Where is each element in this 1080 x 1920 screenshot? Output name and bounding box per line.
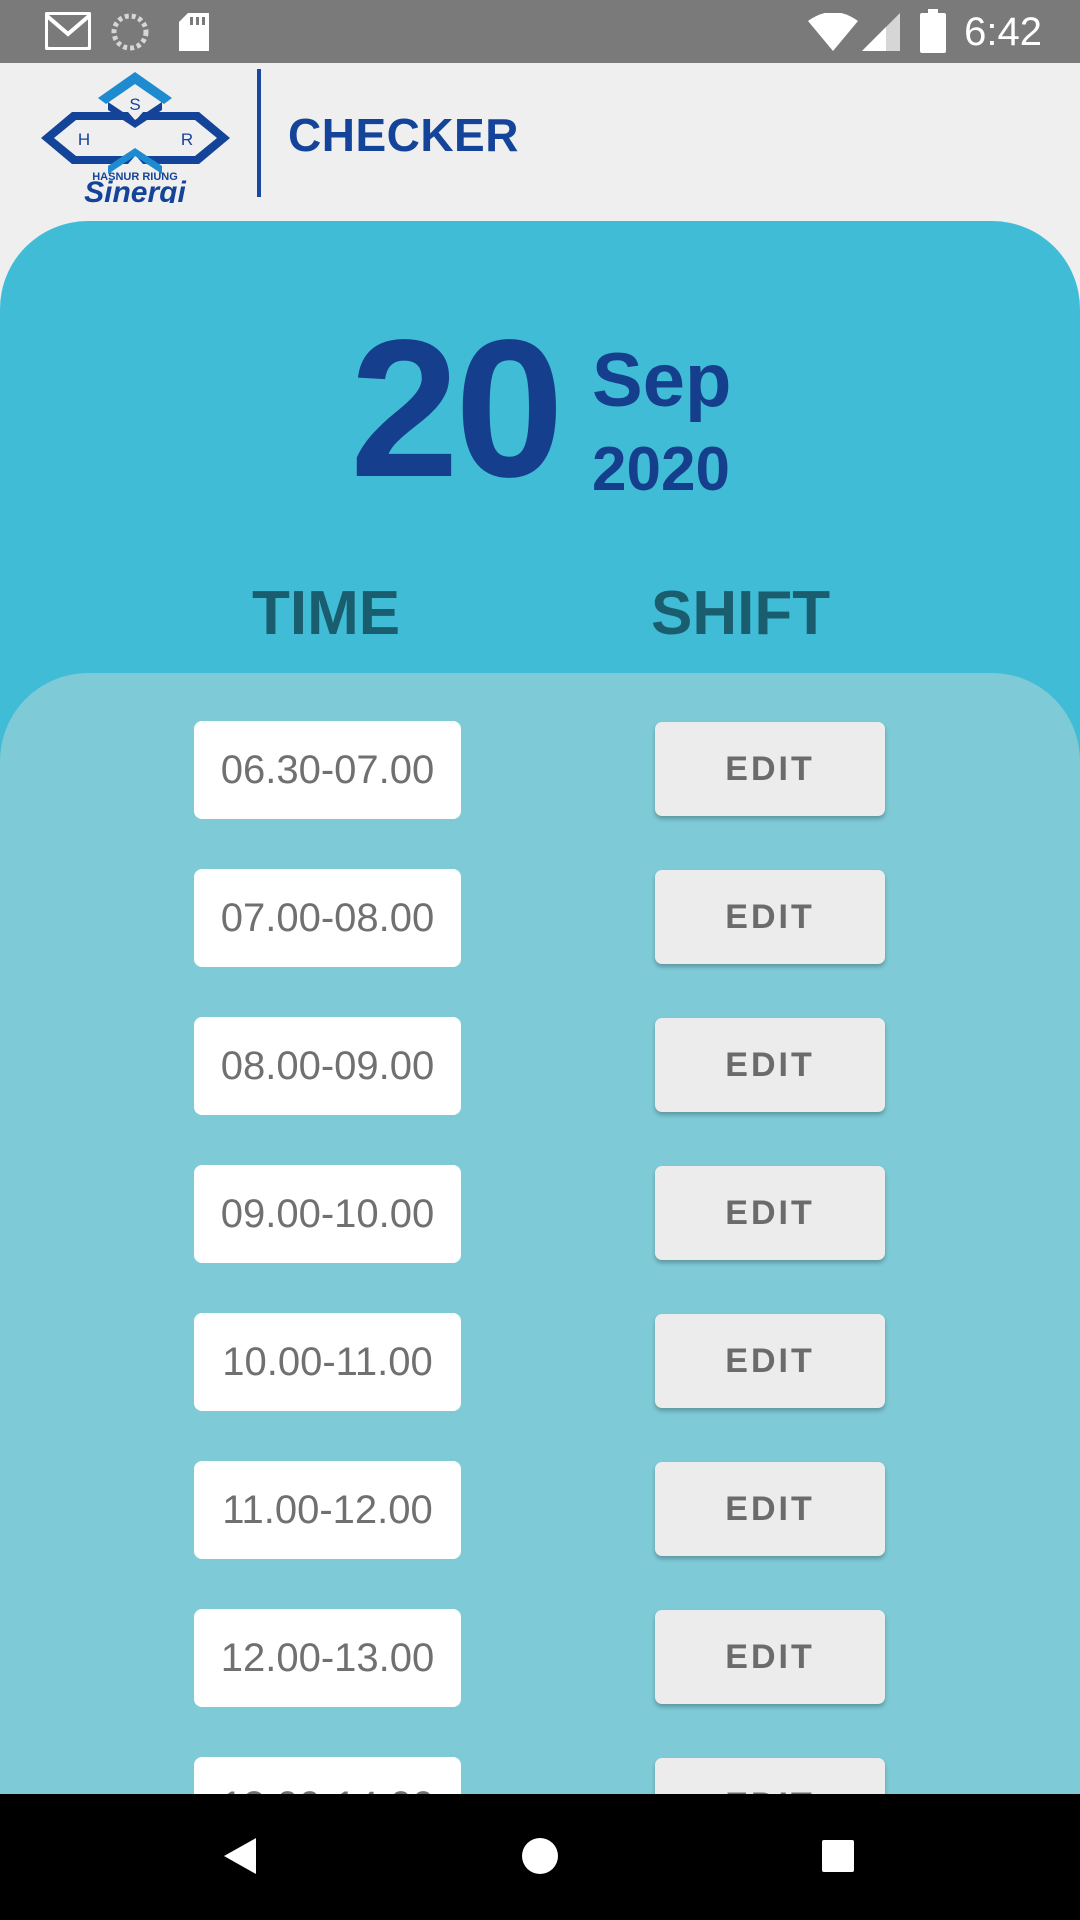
time-slot: 08.00-09.00 [194,1017,461,1115]
edit-button[interactable]: EDIT [655,722,885,816]
recents-icon[interactable] [821,1839,855,1873]
list-item: 10.00-11.00 EDIT [0,1313,1080,1413]
edit-button[interactable]: EDIT [655,1610,885,1704]
time-slot: 07.00-08.00 [194,869,461,967]
wifi-icon [808,13,858,51]
logo-wordmark: Sinergi [84,176,186,203]
cell-signal-icon [862,13,900,51]
list-item: 08.00-09.00 EDIT [0,1017,1080,1117]
back-icon[interactable] [222,1836,258,1876]
edit-button[interactable]: EDIT [655,1314,885,1408]
page-title: CHECKER [288,109,519,161]
time-slot: 12.00-13.00 [194,1609,461,1707]
list-item: 12.00-13.00 EDIT [0,1609,1080,1709]
sync-icon [111,13,149,51]
time-slot: 10.00-11.00 [194,1313,461,1411]
main-panel: 20 Sep 2020 TIME SHIFT 06.30-07.00 EDIT … [0,221,1080,1801]
time-slot: 11.00-12.00 [194,1461,461,1559]
edit-button[interactable]: EDIT [655,1166,885,1260]
shift-column-heading: SHIFT [651,579,831,648]
date-year: 2020 [592,435,730,504]
date-month: Sep [592,338,732,423]
header-divider [257,69,261,197]
time-slot: 09.00-10.00 [194,1165,461,1263]
shift-list[interactable]: 06.30-07.00 EDIT 07.00-08.00 EDIT 08.00-… [0,673,1080,1801]
list-item: 06.30-07.00 EDIT [0,721,1080,821]
battery-icon [920,9,946,53]
sd-card-icon [179,13,209,51]
status-time: 6:42 [964,10,1042,54]
logo-letter-h: H [78,130,90,149]
time-slot: 06.30-07.00 [194,721,461,819]
navigation-bar [0,1794,1080,1920]
edit-button[interactable]: EDIT [655,1462,885,1556]
list-item: 11.00-12.00 EDIT [0,1461,1080,1561]
app-header: S H R HASNUR RIUNG Sinergi CHECKER [0,63,1080,223]
status-bar: 6:42 [0,0,1080,63]
edit-button[interactable]: EDIT [655,870,885,964]
logo-letter-r: R [181,130,193,149]
gmail-icon [45,12,91,50]
logo-letter-s: S [129,95,140,114]
home-icon[interactable] [521,1837,559,1875]
edit-button[interactable]: EDIT [655,1018,885,1112]
list-item: 09.00-10.00 EDIT [0,1165,1080,1265]
time-column-heading: TIME [252,579,401,648]
company-logo: S H R HASNUR RIUNG Sinergi [41,72,230,203]
date-day: 20 [350,299,564,518]
list-item: 07.00-08.00 EDIT [0,869,1080,969]
